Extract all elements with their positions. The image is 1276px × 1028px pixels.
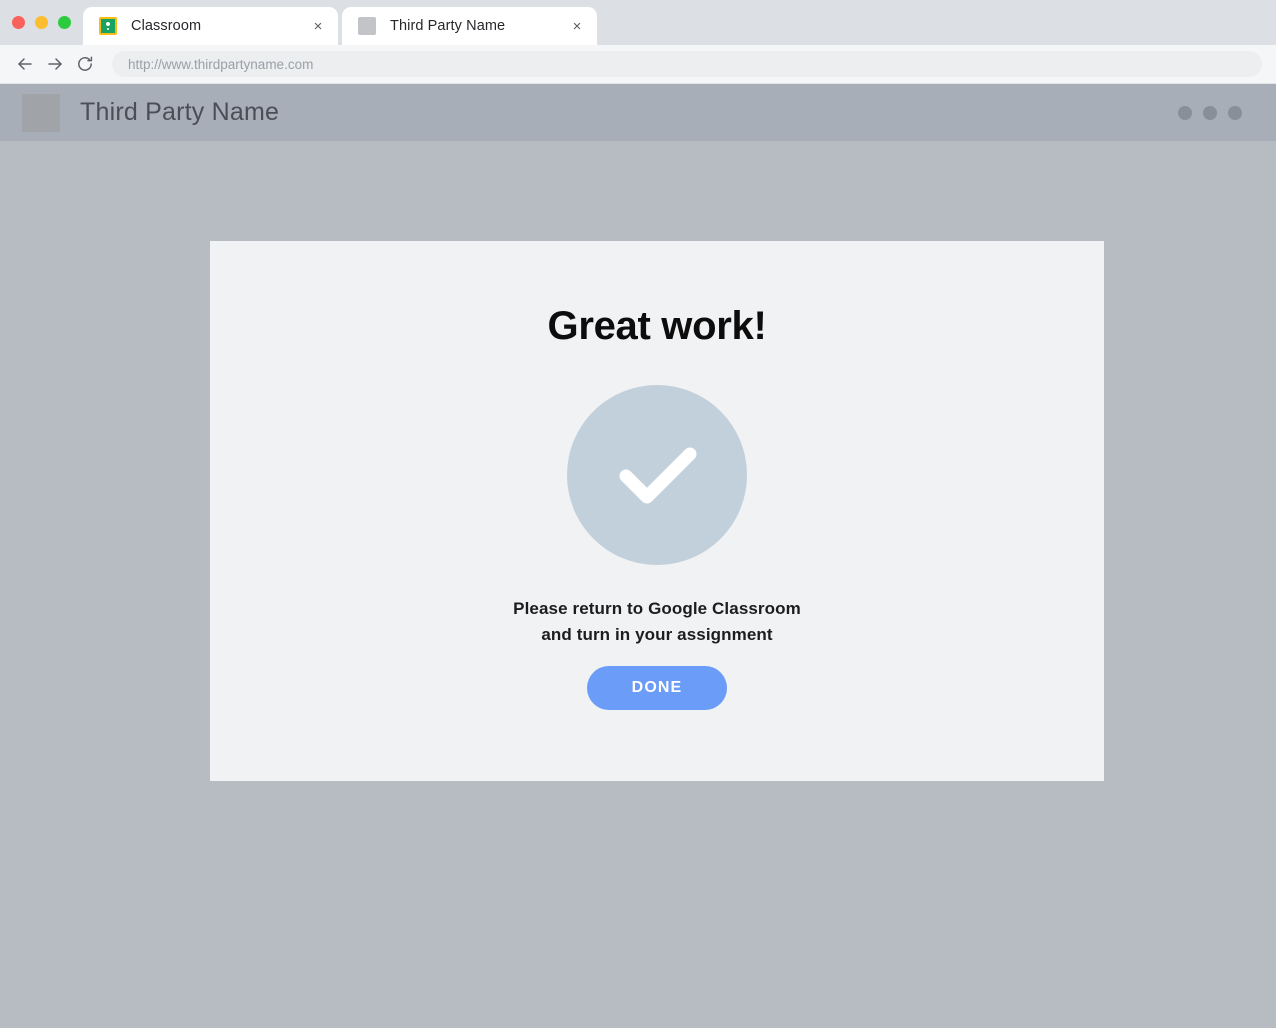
arrow-left-icon[interactable] — [10, 49, 40, 79]
instruction-line-2: and turn in your assignment — [541, 625, 773, 644]
arrow-right-icon[interactable] — [40, 49, 70, 79]
dot-icon — [1178, 105, 1192, 120]
window-traffic-lights — [10, 0, 83, 45]
header-menu-dots[interactable] — [1178, 105, 1242, 120]
tab-title: Classroom — [131, 18, 202, 34]
close-icon[interactable]: × — [567, 16, 587, 36]
close-icon[interactable]: × — [308, 16, 328, 36]
instruction-text: Please return to Google Classroom and tu… — [513, 596, 801, 648]
tab-title: Third Party Name — [390, 18, 506, 34]
minimize-window-button[interactable] — [35, 16, 48, 29]
reload-icon[interactable] — [70, 49, 100, 79]
site-header: Third Party Name — [0, 84, 1276, 141]
browser-tab-classroom[interactable]: Classroom × — [83, 7, 338, 45]
page-viewport: Third Party Name Great work! Please retu… — [0, 84, 1276, 1028]
placeholder-square-icon — [358, 17, 376, 35]
check-circle-icon — [567, 385, 747, 565]
site-logo-placeholder — [22, 93, 60, 132]
address-bar[interactable]: http://www.thirdpartyname.com — [112, 51, 1262, 77]
page-title: Great work! — [547, 304, 767, 348]
dot-icon — [1203, 105, 1217, 120]
completion-card: Great work! Please return to Google Clas… — [210, 241, 1104, 781]
url-text: http://www.thirdpartyname.com — [128, 56, 314, 72]
browser-toolbar: http://www.thirdpartyname.com — [0, 45, 1276, 84]
maximize-window-button[interactable] — [58, 16, 71, 29]
tab-strip: Classroom × Third Party Name × — [0, 0, 1276, 45]
dot-icon — [1228, 105, 1242, 120]
browser-tab-third-party-name[interactable]: Third Party Name × — [342, 7, 597, 45]
instruction-line-1: Please return to Google Classroom — [513, 599, 801, 618]
browser-window: Classroom × Third Party Name × http://ww… — [0, 0, 1276, 1028]
done-button[interactable]: DONE — [587, 666, 727, 710]
site-title: Third Party Name — [80, 98, 280, 126]
google-classroom-icon — [99, 17, 117, 35]
close-window-button[interactable] — [12, 16, 25, 29]
